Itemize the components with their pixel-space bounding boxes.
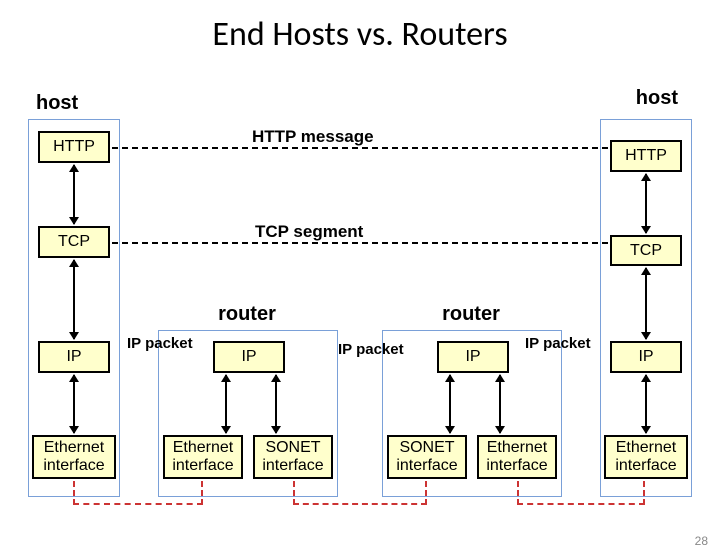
- arrow-router-left-ip-eth: [225, 375, 227, 433]
- tcp-segment-label: TCP segment: [253, 222, 365, 242]
- router-right-sonet: SONET interface: [387, 435, 467, 479]
- arrow-host-right-ip-eth: [645, 375, 647, 433]
- host-left-tcp: TCP: [38, 226, 110, 258]
- ip-packet-label-2: IP packet: [338, 341, 404, 358]
- arrow-router-right-ip-sonet: [449, 375, 451, 433]
- arrow-host-right-http-tcp: [645, 174, 647, 233]
- link-eth-right: [517, 481, 645, 505]
- http-line: [112, 147, 608, 149]
- link-sonet-mid: [293, 481, 427, 505]
- arrow-router-left-ip-sonet: [275, 375, 277, 433]
- router-right-eth: Ethernet interface: [477, 435, 557, 479]
- page-title: End Hosts vs. Routers: [0, 14, 720, 55]
- arrow-host-right-tcp-ip: [645, 268, 647, 339]
- link-eth-left: [73, 481, 203, 505]
- router-left-ip: IP: [213, 341, 285, 373]
- host-right-http: HTTP: [610, 140, 682, 172]
- arrow-host-left-http-tcp: [73, 165, 75, 224]
- page-number: 28: [695, 534, 708, 548]
- ip-packet-label-1: IP packet: [127, 335, 193, 352]
- arrow-router-right-ip-eth: [499, 375, 501, 433]
- ip-packet-label-3: IP packet: [525, 335, 591, 352]
- arrow-host-left-tcp-ip: [73, 260, 75, 339]
- tcp-line: [112, 242, 608, 244]
- arrow-host-left-ip-eth: [73, 375, 75, 433]
- router-label-right: router: [411, 303, 531, 326]
- host-right-eth: Ethernet interface: [604, 435, 688, 479]
- router-right-ip: IP: [437, 341, 509, 373]
- host-left-http: HTTP: [38, 131, 110, 163]
- router-left-sonet: SONET interface: [253, 435, 333, 479]
- http-message-label: HTTP message: [250, 127, 376, 147]
- host-left-ip: IP: [38, 341, 110, 373]
- host-right-ip: IP: [610, 341, 682, 373]
- host-label-left: host: [36, 92, 78, 115]
- host-right-tcp: TCP: [610, 235, 682, 266]
- router-label-left: router: [187, 303, 307, 326]
- host-left-eth: Ethernet interface: [32, 435, 116, 479]
- router-left-eth: Ethernet interface: [163, 435, 243, 479]
- host-label-right: host: [636, 87, 678, 110]
